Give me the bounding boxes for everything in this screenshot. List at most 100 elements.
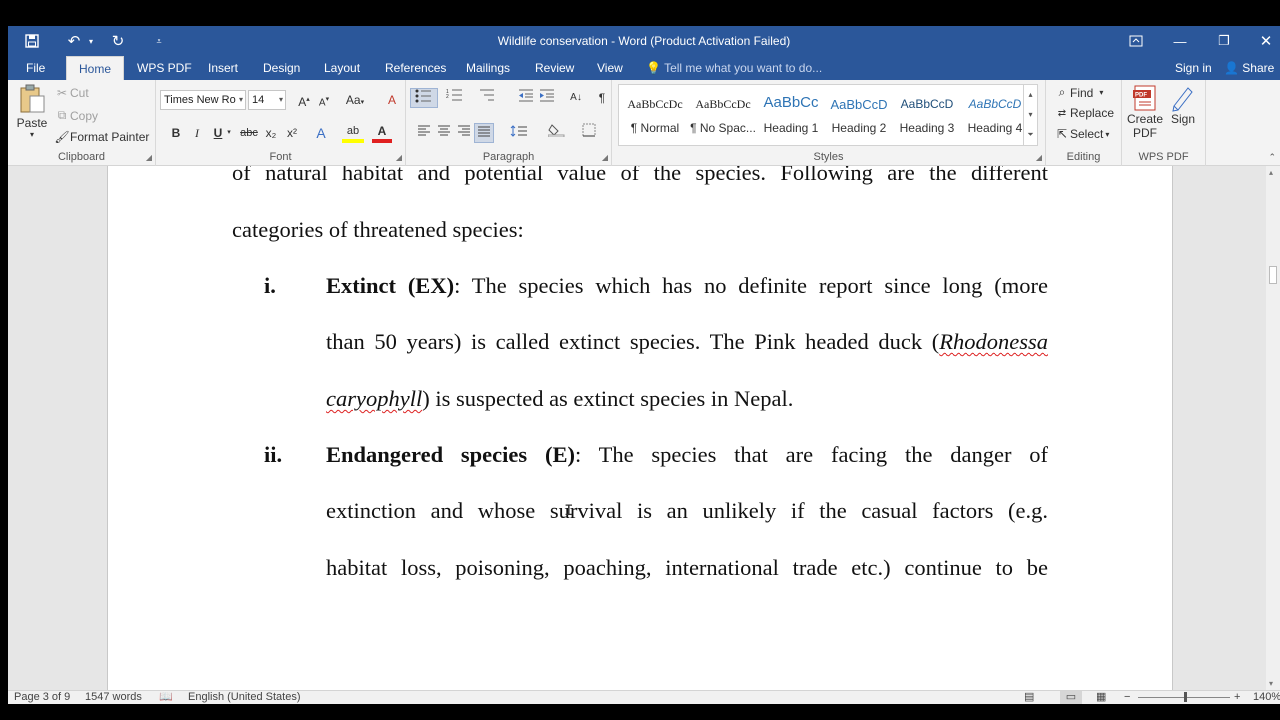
zoom-in-icon[interactable]: + bbox=[1234, 691, 1240, 704]
shrink-font-icon[interactable]: A▾ bbox=[314, 90, 334, 110]
chevron-up-icon[interactable]: ▴ bbox=[1269, 168, 1273, 177]
copy-button[interactable]: ⧉ Copy bbox=[54, 108, 98, 123]
sign-in-link[interactable]: Sign in bbox=[1175, 56, 1212, 80]
style-heading-3[interactable]: AaBbCcD Heading 3 bbox=[893, 85, 961, 145]
pen-icon bbox=[1172, 87, 1193, 112]
style-normal[interactable]: AaBbCcDc ¶ Normal bbox=[621, 85, 689, 145]
align-center-icon[interactable] bbox=[434, 123, 454, 143]
show-marks-icon[interactable]: ¶ bbox=[592, 88, 612, 108]
shading-icon[interactable] bbox=[544, 123, 570, 143]
tab-references[interactable]: References bbox=[373, 56, 458, 80]
styles-label: Styles bbox=[813, 151, 844, 163]
borders-icon[interactable] bbox=[576, 123, 602, 143]
print-layout-icon[interactable]: ▭ bbox=[1060, 691, 1082, 704]
strikethrough-button[interactable]: abc bbox=[238, 123, 260, 143]
decrease-indent-icon[interactable] bbox=[516, 88, 536, 108]
highlight-icon[interactable]: ab bbox=[342, 123, 364, 143]
list-item-endangered-line-1: Endangered species (E): The species that… bbox=[326, 442, 1049, 467]
page-count[interactable]: Page 3 of 9 bbox=[14, 691, 70, 704]
style-no-spacing[interactable]: AaBbCcDc ¶ No Spac... bbox=[689, 85, 757, 145]
gallery-more-icon[interactable]: ⏷ bbox=[1024, 125, 1037, 145]
subscript-button[interactable]: x₂ bbox=[261, 123, 281, 143]
chevron-down-icon[interactable]: ▾ bbox=[1024, 105, 1037, 125]
web-layout-icon[interactable]: ▦ bbox=[1096, 691, 1106, 704]
italic-button[interactable]: I bbox=[187, 123, 207, 143]
sort-icon[interactable]: A↓ bbox=[566, 88, 586, 108]
proofing-icon[interactable]: 📖 bbox=[159, 691, 173, 704]
increase-indent-icon[interactable] bbox=[537, 88, 557, 108]
underline-dropdown-icon[interactable]: ▾ bbox=[224, 123, 234, 143]
align-right-icon[interactable] bbox=[454, 123, 474, 143]
style-heading-1[interactable]: AaBbCc Heading 1 bbox=[757, 85, 825, 145]
group-paragraph: 12 A↓ ¶ Paragraph ◢ bbox=[406, 80, 612, 166]
chevron-down-icon[interactable]: ▾ bbox=[1269, 679, 1273, 688]
restore-button[interactable]: ❐ bbox=[1202, 26, 1246, 56]
style-heading-2[interactable]: AaBbCcD Heading 2 bbox=[825, 85, 893, 145]
style-heading-4[interactable]: AaBbCcD Heading 4 bbox=[961, 85, 1029, 145]
align-left-icon[interactable] bbox=[414, 123, 434, 143]
grow-font-icon[interactable]: A▴ bbox=[294, 90, 314, 110]
multilevel-list-icon[interactable] bbox=[474, 88, 500, 108]
font-size-box[interactable]: 14 ▾ bbox=[248, 90, 286, 110]
tell-me-search[interactable]: 💡 Tell me what you want to do... bbox=[646, 56, 822, 80]
superscript-button[interactable]: x² bbox=[282, 123, 302, 143]
group-font: Times New Ro ▾ 14 ▾ A▴ A▾ Aa▾ A B I U ▾ … bbox=[156, 80, 406, 166]
tab-review[interactable]: Review bbox=[523, 56, 586, 80]
create-pdf-button[interactable]: PDF Create PDF bbox=[1126, 84, 1164, 140]
font-launcher-icon[interactable]: ◢ bbox=[396, 153, 402, 162]
word-count[interactable]: 1547 words bbox=[85, 691, 142, 704]
document-page[interactable]: of natural habitat and potential value o… bbox=[107, 166, 1173, 690]
bullets-icon[interactable] bbox=[410, 88, 438, 108]
paragraph-launcher-icon[interactable]: ◢ bbox=[602, 153, 608, 162]
ribbon-display-options-icon[interactable] bbox=[1114, 26, 1158, 56]
read-mode-icon[interactable]: ▤ bbox=[1024, 691, 1034, 704]
close-button[interactable]: ✕ bbox=[1244, 26, 1280, 56]
paste-icon bbox=[20, 84, 45, 113]
doc-line-2: categories of threatened species: bbox=[232, 217, 524, 242]
justify-icon[interactable] bbox=[474, 123, 494, 143]
sign-button[interactable]: Sign bbox=[1168, 84, 1198, 126]
format-painter-button[interactable]: 🖌 Format Painter bbox=[54, 130, 149, 144]
tab-home[interactable]: Home bbox=[66, 56, 125, 81]
tab-layout[interactable]: Layout bbox=[312, 56, 372, 80]
tab-file[interactable]: File bbox=[14, 56, 57, 80]
tab-mailings[interactable]: Mailings bbox=[454, 56, 522, 80]
zoom-level[interactable]: 140% bbox=[1253, 691, 1280, 704]
zoom-slider-thumb[interactable] bbox=[1184, 692, 1187, 702]
bold-button[interactable]: B bbox=[166, 123, 186, 143]
paste-button[interactable]: Paste ▾ bbox=[16, 84, 48, 142]
clipboard-launcher-icon[interactable]: ◢ bbox=[146, 153, 152, 162]
tab-view[interactable]: View bbox=[585, 56, 635, 80]
gallery-scroll[interactable]: ▴ ▾ ⏷ bbox=[1023, 85, 1037, 145]
cursor-icon: ⇱ bbox=[1056, 127, 1068, 141]
share-button[interactable]: 👤 Share bbox=[1224, 56, 1274, 80]
minimize-button[interactable]: — bbox=[1158, 26, 1202, 56]
font-color-icon[interactable]: A bbox=[372, 123, 392, 143]
chevron-up-icon[interactable]: ▴ bbox=[1024, 85, 1037, 105]
text-effects-icon[interactable]: A bbox=[311, 123, 331, 143]
replace-label: Replace bbox=[1070, 106, 1115, 120]
change-case-icon[interactable]: Aa▾ bbox=[342, 90, 368, 110]
select-button[interactable]: ⇱ Select ▾ bbox=[1054, 127, 1109, 141]
paste-label: Paste bbox=[16, 116, 48, 130]
cut-label: Cut bbox=[70, 86, 89, 100]
format-painter-label: Format Painter bbox=[70, 130, 150, 144]
cut-button[interactable]: ✂ Cut bbox=[54, 86, 89, 100]
clear-formatting-icon[interactable]: A bbox=[382, 90, 402, 110]
tab-wps-pdf[interactable]: WPS PDF bbox=[125, 56, 204, 80]
numbering-icon[interactable]: 12 bbox=[442, 88, 468, 108]
scroll-thumb[interactable] bbox=[1269, 266, 1277, 284]
tab-insert[interactable]: Insert bbox=[196, 56, 250, 80]
line-spacing-icon[interactable] bbox=[506, 123, 532, 143]
collapse-ribbon-icon[interactable]: ⌃ bbox=[1268, 152, 1276, 163]
styles-launcher-icon[interactable]: ◢ bbox=[1036, 153, 1042, 162]
find-button[interactable]: ⌕ Find ▾ bbox=[1054, 85, 1104, 100]
tab-design[interactable]: Design bbox=[251, 56, 312, 80]
word-window: ↶ ▾ ↻ ⩡ Wildlife conservation - Word (Pr… bbox=[8, 26, 1280, 704]
zoom-out-icon[interactable]: − bbox=[1124, 691, 1130, 704]
doc-line-1: of natural habitat and potential value o… bbox=[232, 166, 1048, 185]
font-name-box[interactable]: Times New Ro ▾ bbox=[160, 90, 246, 110]
language-indicator[interactable]: English (United States) bbox=[188, 691, 301, 704]
replace-button[interactable]: ⇄ Replace bbox=[1054, 106, 1114, 120]
vertical-scrollbar[interactable]: ▴ ▾ bbox=[1266, 166, 1280, 690]
